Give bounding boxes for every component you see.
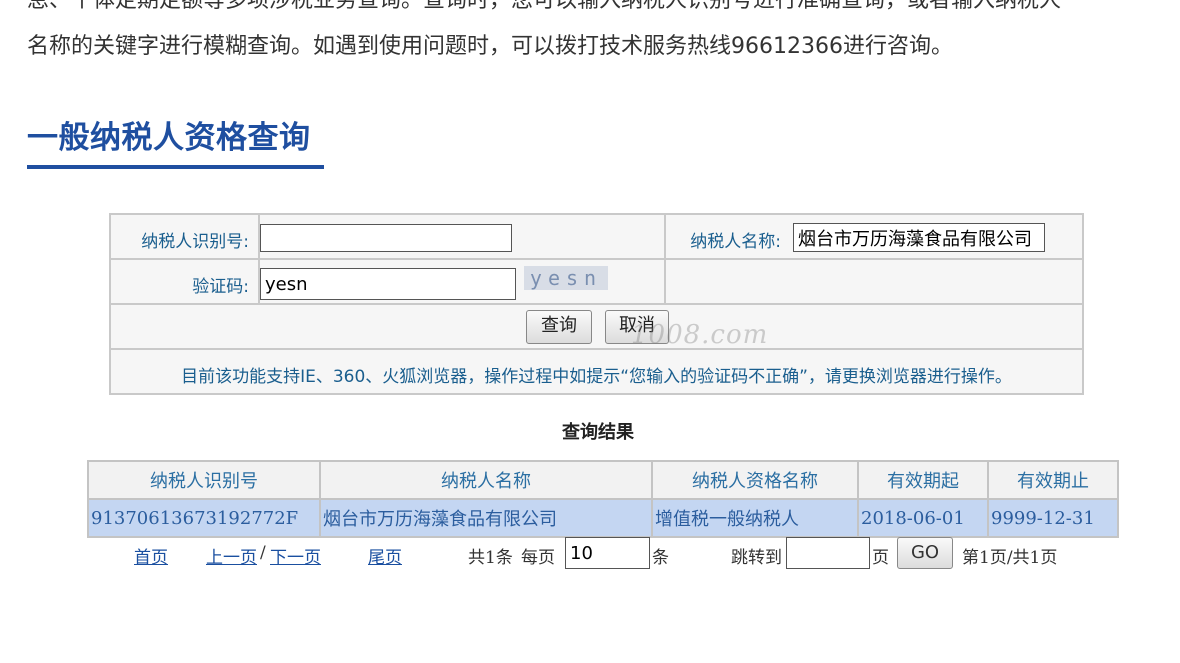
captcha-input[interactable] bbox=[260, 268, 516, 300]
column-header: 纳税人名称 bbox=[319, 460, 653, 500]
intro-line-1: 息、个体定期定额等多项涉税业务查询。查询时，您可以输入纳税人识别号进行准确查询，… bbox=[27, 0, 1062, 13]
total-count: 共1条 bbox=[468, 548, 513, 568]
next-page-link[interactable]: 下一页 bbox=[270, 543, 321, 568]
form-divider bbox=[111, 348, 1082, 350]
title-underline bbox=[27, 165, 324, 169]
column-header: 纳税人识别号 bbox=[87, 460, 321, 500]
results-header-row: 纳税人识别号 纳税人名称 纳税人资格名称 有效期起 有效期止 bbox=[87, 460, 1119, 500]
taxpayer-id-label: 纳税人识别号: bbox=[141, 232, 249, 252]
results-table: 纳税人识别号 纳税人名称 纳税人资格名称 有效期起 有效期止 913706136… bbox=[87, 460, 1119, 538]
last-page-link[interactable]: 尾页 bbox=[368, 543, 402, 568]
captcha-label: 验证码: bbox=[192, 277, 249, 297]
table-cell: 2018-06-01 bbox=[857, 498, 989, 538]
taxpayer-name-label: 纳税人名称: bbox=[690, 232, 781, 252]
per-page-input[interactable] bbox=[565, 537, 650, 569]
table-row[interactable]: 91370613673192772F 烟台市万历海藻食品有限公司 增值税一般纳税… bbox=[87, 498, 1119, 538]
pager-separator: / bbox=[260, 543, 266, 563]
browser-note: 目前该功能支持IE、360、火狐浏览器，操作过程中如提示“您输入的验证码不正确”… bbox=[181, 367, 1012, 387]
results-title: 查询结果 bbox=[562, 422, 634, 443]
intro-text: 息、个体定期定额等多项涉税业务查询。查询时，您可以输入纳税人识别号进行准确查询，… bbox=[27, 0, 1167, 70]
per-page-label: 每页 bbox=[521, 548, 555, 568]
jump-page-input[interactable] bbox=[786, 537, 870, 569]
form-divider bbox=[664, 215, 666, 303]
table-cell: 9999-12-31 bbox=[987, 498, 1119, 538]
taxpayer-id-input[interactable] bbox=[260, 224, 512, 252]
watermark: 1008.com bbox=[631, 320, 769, 350]
column-header: 有效期起 bbox=[857, 460, 989, 500]
form-divider bbox=[111, 258, 1082, 260]
prev-page-link[interactable]: 上一页 bbox=[206, 543, 257, 568]
per-page-unit: 条 bbox=[652, 548, 669, 568]
table-cell: 烟台市万历海藻食品有限公司 bbox=[319, 498, 653, 538]
intro-line-2: 名称的关键字进行模糊查询。如遇到使用问题时，可以拨打技术服务热线96612366… bbox=[27, 34, 953, 59]
taxpayer-name-input[interactable] bbox=[793, 223, 1045, 252]
pagination: 首页 上一页 / 下一页 尾页 共1条 每页 条 跳转到 页 GO 第1页/共1… bbox=[0, 537, 1180, 570]
captcha-image[interactable]: yesn bbox=[524, 266, 608, 290]
table-cell: 增值税一般纳税人 bbox=[651, 498, 859, 538]
table-cell: 91370613673192772F bbox=[87, 498, 321, 538]
form-divider bbox=[111, 303, 1082, 305]
first-page-link[interactable]: 首页 bbox=[134, 543, 168, 568]
query-form: 纳税人识别号: 纳税人名称: 验证码: yesn 查询 取消 1008.com … bbox=[109, 213, 1084, 395]
page-status: 第1页/共1页 bbox=[962, 548, 1058, 568]
page-unit: 页 bbox=[872, 548, 889, 568]
query-button[interactable]: 查询 bbox=[526, 310, 592, 344]
column-header: 纳税人资格名称 bbox=[651, 460, 859, 500]
column-header: 有效期止 bbox=[987, 460, 1119, 500]
go-button[interactable]: GO bbox=[897, 537, 953, 569]
jump-label: 跳转到 bbox=[731, 548, 782, 568]
page-title: 一般纳税人资格查询 bbox=[27, 120, 311, 156]
